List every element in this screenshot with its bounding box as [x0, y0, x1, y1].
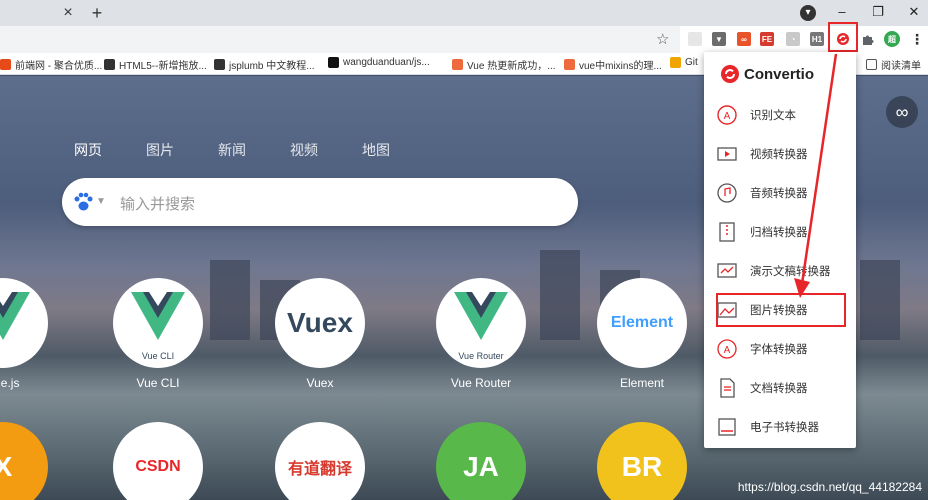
bookmark-star-icon[interactable]: ☆: [656, 30, 669, 48]
bookmark-favicon-icon: [328, 57, 339, 68]
bookmark-favicon-icon: [104, 59, 115, 70]
shortcut-label: Vue CLI: [136, 376, 180, 390]
shortcut-tile-text: JA: [463, 451, 499, 482]
baidu-paw-icon: [74, 192, 93, 211]
bookmark-label: Git: [685, 57, 698, 68]
search-box[interactable]: ▼ 输入并搜索: [62, 178, 578, 226]
presentation-icon: [716, 260, 738, 282]
shortcut-tile[interactable]: Vue CLI: [113, 278, 203, 368]
browser-toolbar: ☆ ▼ ∞ FE ◔ H1 超 ⋮: [0, 26, 928, 53]
restore-button[interactable]: ❐: [866, 2, 890, 22]
extension-icon[interactable]: [688, 32, 702, 46]
profile-avatar[interactable]: 超: [884, 31, 900, 47]
infinity-button[interactable]: ∞: [886, 96, 918, 128]
bookmark-favicon-icon: [0, 59, 11, 70]
shortcut-label: Element: [619, 376, 665, 390]
bookmark-label: Vue 热更新成功，...: [467, 61, 556, 72]
shortcut-tile-text: X: [0, 451, 13, 482]
convertio-menu-label: 字体转换器: [750, 344, 808, 356]
bookmark-label: wangduanduan/js...: [343, 57, 430, 68]
tab-search-button[interactable]: ▾: [800, 5, 816, 21]
bookmark-item[interactable]: jsplumb 中文教程...: [214, 57, 315, 72]
reading-list-label: 阅读清单: [881, 61, 921, 72]
bookmark-favicon-icon: [214, 59, 225, 70]
annotation-arrow: [794, 53, 838, 298]
convertio-menu-item[interactable]: A 字体转换器: [716, 334, 844, 364]
bookmark-label: 前端网 - 聚合优质...: [15, 61, 103, 72]
extension-icon[interactable]: ▼: [712, 32, 726, 46]
convertio-menu-item[interactable]: 电子书转换器: [716, 412, 844, 442]
reading-list-icon: [866, 59, 877, 70]
shortcut-label: Vuex: [306, 376, 334, 390]
element-logo: Element: [610, 314, 674, 331]
close-window-button[interactable]: ✕: [902, 2, 926, 22]
address-bar[interactable]: [0, 26, 680, 53]
bookmark-item[interactable]: HTML5--新增拖放...: [104, 57, 207, 72]
chrome-menu-icon[interactable]: ⋮: [910, 31, 924, 47]
search-tab[interactable]: 地图: [362, 140, 390, 160]
bookmark-item[interactable]: Git: [670, 57, 698, 68]
search-placeholder: 输入并搜索: [120, 196, 196, 213]
video-icon: [716, 143, 738, 165]
bookmark-item[interactable]: wangduanduan/js...: [328, 57, 430, 68]
shortcut-tile-text: BR: [621, 451, 663, 482]
archive-icon: [716, 221, 738, 243]
bookmark-item[interactable]: Vue 热更新成功，...: [452, 57, 556, 72]
extension-icon[interactable]: ◔: [786, 32, 800, 46]
watermark: https://blog.csdn.net/qq_44182284: [737, 480, 922, 494]
shortcut-tile[interactable]: BR: [597, 422, 687, 500]
shortcut-tile[interactable]: [0, 278, 48, 368]
bookmark-favicon-icon: [564, 59, 575, 70]
svg-text:A: A: [724, 345, 731, 356]
shortcut-tile-text: CSDN: [135, 458, 181, 475]
extension-icon[interactable]: H1: [810, 32, 824, 46]
new-tab-button[interactable]: +: [88, 3, 106, 23]
extension-highlight-box: [828, 22, 858, 52]
bookmark-label: jsplumb 中文教程...: [229, 61, 315, 72]
svg-text:A: A: [724, 111, 731, 122]
shortcut-tile[interactable]: JA: [436, 422, 526, 500]
minimize-button[interactable]: –: [830, 2, 854, 22]
shortcut-tile[interactable]: X: [0, 422, 48, 500]
bookmark-item[interactable]: 前端网 - 聚合优质...: [0, 57, 102, 72]
convertio-logo-icon: [721, 65, 739, 83]
bookmark-item[interactable]: vue中mixins的理...: [564, 57, 662, 72]
convertio-menu-label: 文档转换器: [750, 383, 808, 395]
ocr-icon: A: [716, 104, 738, 126]
shortcut-tile[interactable]: Vue Router: [436, 278, 526, 368]
document-icon: [716, 377, 738, 399]
bookmark-label: HTML5--新增拖放...: [119, 61, 207, 72]
bookmark-favicon-icon: [452, 59, 463, 70]
engine-dropdown-icon[interactable]: ▼: [96, 196, 106, 207]
bookmark-label: vue中mixins的理...: [579, 61, 662, 72]
svg-text:Vue Router: Vue Router: [458, 351, 503, 361]
tab-bar: × + ▾ – ❐ ✕: [0, 0, 928, 26]
extension-icon[interactable]: ∞: [737, 32, 751, 46]
search-tab[interactable]: 视频: [290, 140, 318, 160]
shortcut-tile[interactable]: Vuex: [275, 278, 365, 368]
convertio-menu-label: 电子书转换器: [750, 422, 819, 434]
vuex-logo: Vuex: [287, 307, 353, 338]
puzzle-extensions-icon[interactable]: [860, 32, 874, 46]
ebook-icon: [716, 416, 738, 438]
shortcut-tile[interactable]: CSDN: [113, 422, 203, 500]
convertio-menu-item[interactable]: 文档转换器: [716, 373, 844, 403]
shortcut-tile[interactable]: 有道翻译: [275, 422, 365, 500]
bookmark-favicon-icon: [670, 57, 681, 68]
search-tab[interactable]: 图片: [146, 140, 174, 160]
extension-icon[interactable]: FE: [760, 32, 774, 46]
svg-text:Vue CLI: Vue CLI: [142, 351, 174, 361]
shortcut-label: Vue Router: [450, 376, 512, 390]
font-icon: A: [716, 338, 738, 360]
shortcut-tile-text: 有道翻译: [287, 461, 352, 478]
tab-close-button[interactable]: ×: [60, 4, 76, 21]
reading-list[interactable]: 阅读清单: [866, 57, 921, 72]
audio-icon: [716, 182, 738, 204]
shortcut-label: Vue.js: [0, 376, 20, 390]
search-tab[interactable]: 网页: [74, 140, 102, 160]
search-tab[interactable]: 新闻: [218, 140, 246, 160]
shortcut-tile[interactable]: Element: [597, 278, 687, 368]
